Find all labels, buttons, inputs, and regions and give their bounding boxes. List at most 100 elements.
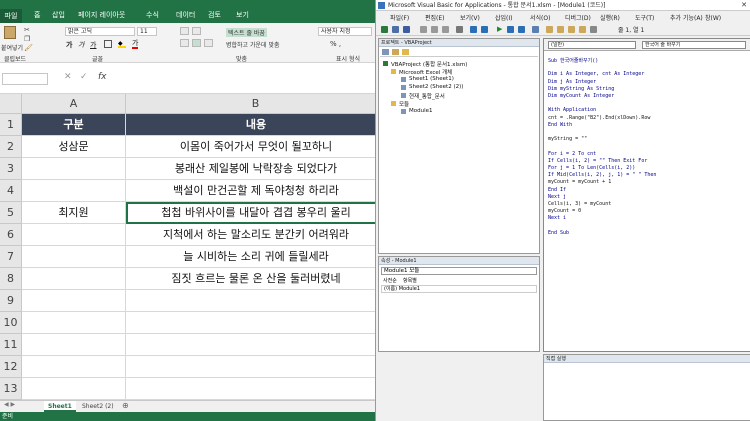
sheet-tab-1[interactable]: Sheet1: [44, 401, 76, 412]
cell-b[interactable]: 지척에서 하는 말소리도 분간키 어려워라: [126, 224, 375, 246]
cell-a[interactable]: 최지원: [22, 202, 126, 224]
tab-home[interactable]: 홈: [34, 10, 40, 20]
cell-a[interactable]: 성삼문: [22, 136, 126, 158]
find-icon[interactable]: [456, 26, 463, 33]
menu-item[interactable]: 실행(R): [600, 13, 620, 22]
bold-button[interactable]: 가: [66, 40, 72, 50]
merge-center-button[interactable]: 병합하고 가운데 맞춤: [226, 40, 280, 49]
cancel-icon[interactable]: ✕: [64, 72, 72, 82]
menu-item[interactable]: 도구(T): [635, 13, 654, 22]
row-header[interactable]: 3: [0, 158, 22, 180]
cell-b[interactable]: 백설이 만건곤할 제 독야청청 하리라: [126, 180, 375, 202]
tree-item[interactable]: 현재_통합_문서: [409, 92, 445, 100]
copy-icon[interactable]: ❐: [24, 35, 30, 43]
object-combo[interactable]: (일반): [548, 41, 636, 49]
tab-page-layout[interactable]: 페이지 레이아웃: [78, 10, 125, 20]
number-format-box[interactable]: 사용자 지정: [318, 27, 372, 36]
view-code-icon[interactable]: [382, 49, 389, 55]
copy-icon[interactable]: [431, 26, 438, 33]
cut-icon[interactable]: ✂: [24, 26, 30, 34]
select-all-corner[interactable]: [0, 94, 22, 114]
cell-b[interactable]: 봉래산 제일봉에 낙락장송 되었다가: [126, 158, 375, 180]
tree-item[interactable]: 모듈: [399, 100, 409, 108]
underline-button[interactable]: 가: [90, 40, 96, 50]
percent-icon[interactable]: % ,: [330, 40, 341, 48]
procedure-combo[interactable]: 한국어 줄 바꾸기: [642, 41, 746, 49]
object-browser-icon[interactable]: [568, 26, 575, 33]
align-left-button[interactable]: [180, 39, 189, 47]
italic-button[interactable]: 가: [78, 40, 84, 50]
cell-b[interactable]: 늘 시비하는 소리 귀에 들릴세라: [126, 246, 375, 268]
excel-view-icon[interactable]: [381, 26, 388, 33]
menu-item[interactable]: 서식(O): [530, 13, 550, 22]
tree-item[interactable]: Sheet1 (Sheet1): [409, 76, 454, 82]
paste-label[interactable]: 붙여넣기: [1, 43, 23, 52]
tree-item[interactable]: Sheet2 (Sheet2 (2)): [409, 84, 463, 90]
cell-b[interactable]: 이몸이 죽어가서 무엇이 될꼬하니: [126, 136, 375, 158]
cut-icon[interactable]: [420, 26, 427, 33]
formula-input[interactable]: [112, 72, 372, 85]
cell-b[interactable]: [126, 290, 375, 312]
row-header[interactable]: 6: [0, 224, 22, 246]
row-header[interactable]: 4: [0, 180, 22, 202]
tab-categorized[interactable]: 항목별: [403, 277, 417, 284]
tab-alphabetic[interactable]: 사전순: [383, 277, 397, 284]
cell-a[interactable]: [22, 224, 126, 246]
view-object-icon[interactable]: [392, 49, 399, 55]
toolbox-icon[interactable]: [579, 26, 586, 33]
fx-icon[interactable]: fx: [98, 72, 107, 82]
property-name-row[interactable]: (이름) Module1: [381, 285, 537, 293]
add-sheet-icon[interactable]: ⊕: [122, 401, 129, 410]
tree-item[interactable]: Microsoft Excel 개체: [399, 68, 452, 76]
font-size-box[interactable]: 11: [137, 27, 157, 36]
row-header[interactable]: 10: [0, 312, 22, 334]
font-name-box[interactable]: 맑은 고딕: [65, 27, 135, 36]
cell-a[interactable]: [22, 268, 126, 290]
design-mode-icon[interactable]: [532, 26, 539, 33]
row-header[interactable]: 12: [0, 356, 22, 378]
cell-b[interactable]: [126, 378, 375, 400]
row-header[interactable]: 13: [0, 378, 22, 400]
row-header[interactable]: 11: [0, 334, 22, 356]
menu-item[interactable]: 창(W): [705, 13, 721, 22]
close-icon[interactable]: ✕: [738, 0, 750, 11]
redo-icon[interactable]: [481, 26, 488, 33]
name-box[interactable]: [2, 73, 48, 85]
tab-view[interactable]: 보기: [236, 10, 249, 20]
tab-file[interactable]: 파일: [0, 9, 22, 23]
tab-data[interactable]: 데이터: [176, 10, 195, 20]
wrap-text-button[interactable]: 텍스트 줄 바꿈: [226, 28, 267, 37]
paste-icon[interactable]: [442, 26, 449, 33]
save-icon[interactable]: [403, 26, 410, 33]
enter-icon[interactable]: ✓: [80, 72, 88, 82]
font-color-icon[interactable]: 가: [132, 40, 139, 49]
align-center-button[interactable]: [192, 39, 201, 47]
row-header[interactable]: 9: [0, 290, 22, 312]
menu-item[interactable]: 삽입(I): [495, 13, 513, 22]
borders-icon[interactable]: [104, 40, 112, 48]
fill-color-icon[interactable]: ◆: [118, 40, 126, 48]
tab-formulas[interactable]: 수식: [146, 10, 159, 20]
project-explorer-icon[interactable]: [546, 26, 553, 33]
menu-item[interactable]: 추가 기능(A): [670, 13, 703, 22]
tab-review[interactable]: 검토: [208, 10, 221, 20]
row-header[interactable]: 1: [0, 114, 22, 136]
cell-a[interactable]: [22, 378, 126, 400]
break-icon[interactable]: [507, 26, 514, 33]
row-header[interactable]: 7: [0, 246, 22, 268]
tree-item[interactable]: VBAProject (통합 문서1.xlsm): [391, 60, 467, 68]
run-icon[interactable]: ▶: [497, 26, 502, 33]
cell-a[interactable]: [22, 246, 126, 268]
column-header-a[interactable]: A: [22, 94, 126, 114]
cell-a[interactable]: [22, 158, 126, 180]
align-top-button[interactable]: [180, 27, 189, 35]
row-header[interactable]: 2: [0, 136, 22, 158]
sheet-nav-icon[interactable]: ◀ ▶: [4, 401, 15, 408]
align-right-button[interactable]: [204, 39, 213, 47]
menu-item[interactable]: 파일(F): [390, 13, 409, 22]
row-header[interactable]: 8: [0, 268, 22, 290]
tree-item[interactable]: Module1: [409, 108, 433, 114]
cell-a[interactable]: [22, 356, 126, 378]
insert-module-icon[interactable]: [392, 26, 399, 33]
undo-icon[interactable]: [470, 26, 477, 33]
